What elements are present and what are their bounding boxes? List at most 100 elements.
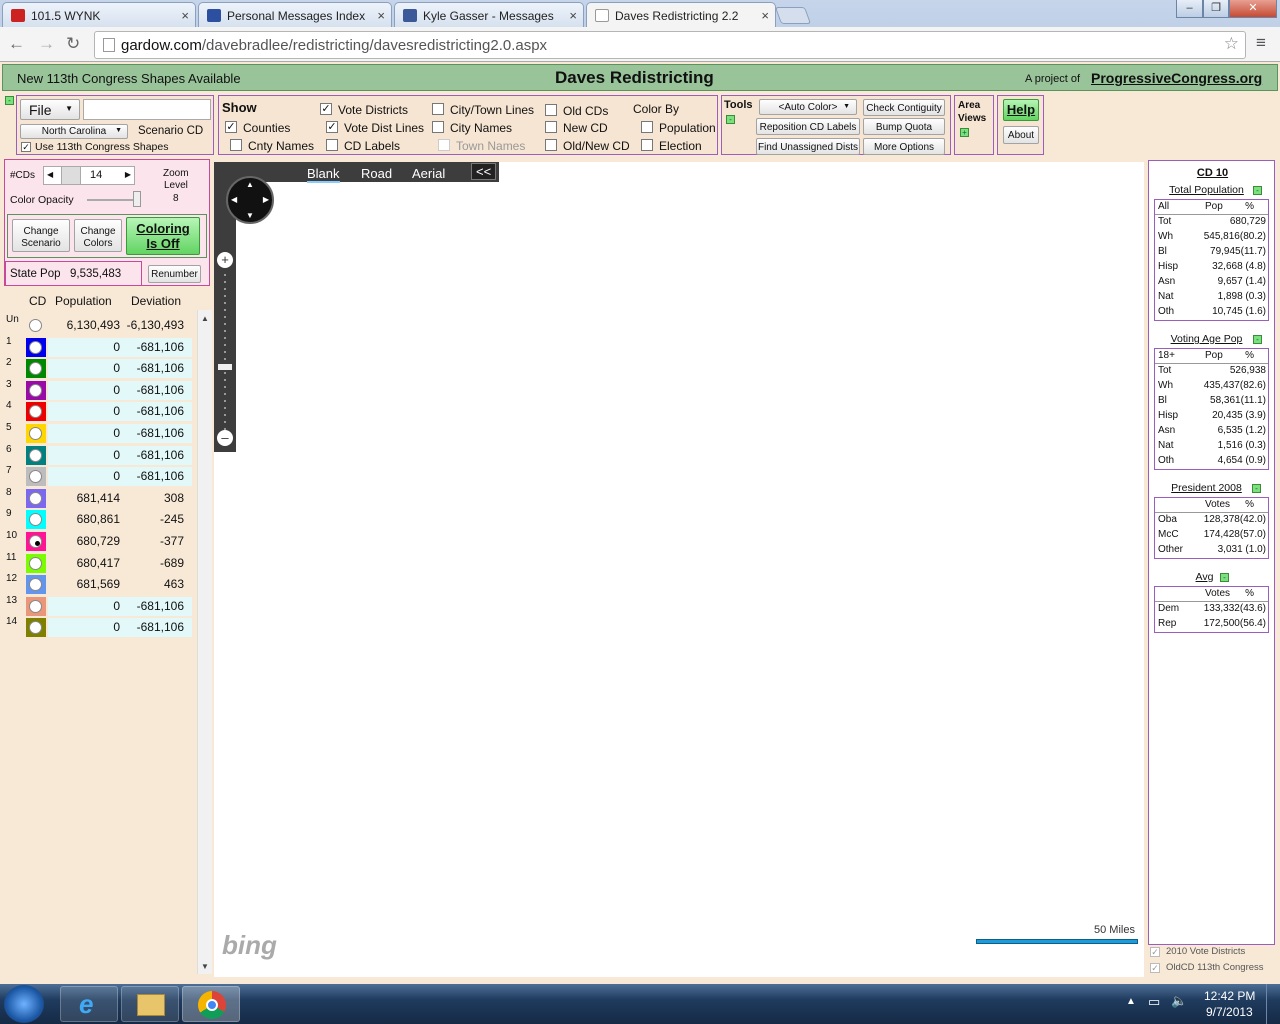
district-radio[interactable] [29,535,42,548]
collapse-icon[interactable]: - [5,96,14,105]
district-color-swatch[interactable] [26,553,46,573]
internet-explorer-icon[interactable]: e [60,986,118,1022]
district-radio[interactable] [29,513,42,527]
map-tab-aerial[interactable]: Aerial [412,166,445,181]
pan-down-icon[interactable]: ▼ [246,211,254,220]
legend-2010-checkbox[interactable]: ✓ [1150,947,1160,957]
old-new-cd-checkbox[interactable] [545,139,557,151]
zoom-slider[interactable] [224,274,226,434]
collapse-icon[interactable]: - [726,115,735,124]
president-title[interactable]: President 2008 [1143,482,1270,494]
district-color-swatch[interactable] [26,596,46,616]
tab-daves-redistricting[interactable]: Daves Redistricting 2.2 × [586,2,776,27]
start-button[interactable] [4,985,44,1023]
zoom-in-icon[interactable]: + [217,252,233,268]
table-row[interactable]: 2 0 -681,106 [0,357,192,379]
table-row[interactable]: 9 680,861 -245 [0,508,192,530]
cds-stepper[interactable]: ◀ 14 ▶ [43,166,135,185]
clock-time[interactable]: 12:42 PM [1204,989,1255,1003]
tab-kyle-gasser[interactable]: Kyle Gasser - Messages × [394,2,584,27]
counties-checkbox[interactable]: ✓ [225,121,237,133]
opacity-slider[interactable] [87,199,139,201]
district-radio[interactable] [29,470,42,484]
district-radio[interactable] [29,448,42,462]
map-tab-road[interactable]: Road [361,166,392,181]
district-color-swatch[interactable] [26,467,46,487]
district-color-swatch[interactable] [26,618,46,638]
district-color-swatch[interactable] [26,402,46,422]
city-names-checkbox[interactable] [432,121,444,133]
close-window-button[interactable]: ✕ [1229,0,1277,18]
minimize-button[interactable]: – [1176,0,1203,18]
collapse-icon[interactable]: - [1253,186,1262,195]
cd-labels-checkbox[interactable] [326,139,338,151]
menu-icon[interactable]: ≡ [1256,33,1266,53]
district-radio[interactable] [29,362,42,376]
district-9[interactable] [885,591,1027,748]
close-icon[interactable]: × [377,8,385,23]
project-link[interactable]: ProgressiveCongress.org [1091,70,1262,86]
table-row[interactable]: 14 0 -681,106 [0,616,192,638]
reposition-labels-button[interactable]: Reposition CD Labels [756,118,860,135]
change-colors-button[interactable]: Change Colors [74,219,122,252]
address-bar[interactable]: gardow.com/davebradlee/redistricting/dav… [94,31,1246,59]
tray-expand-icon[interactable]: ▲ [1126,996,1136,1007]
district-color-swatch[interactable] [26,488,46,508]
opacity-slider-thumb[interactable] [133,191,141,207]
chrome-icon[interactable] [182,986,240,1022]
zoom-out-icon[interactable]: – [217,430,233,446]
district-color-swatch[interactable] [26,380,46,400]
district-map[interactable] [214,162,1144,977]
expand-icon[interactable]: + [960,128,969,137]
population-checkbox[interactable] [641,121,653,133]
help-button[interactable]: Help [1003,99,1039,121]
clock-date[interactable]: 9/7/2013 [1206,1005,1253,1019]
about-button[interactable]: About [1003,126,1039,144]
district-color-swatch[interactable] [26,316,46,335]
tab-personal-messages[interactable]: Personal Messages Index × [198,2,392,27]
table-row[interactable]: 12 681,569 463 [0,573,192,595]
file-explorer-icon[interactable] [121,986,179,1022]
bookmark-star-icon[interactable]: ☆ [1224,34,1239,54]
check-contiguity-button[interactable]: Check Contiguity [863,99,945,116]
use-shapes-checkbox[interactable]: ✓ [21,142,31,152]
reload-icon[interactable]: ↻ [66,34,80,54]
map[interactable]: Blank Road Aerial << + – ▲ ▼ ◀ ▶ bing 50… [214,162,1144,977]
district-radio[interactable] [29,556,42,570]
district-color-swatch[interactable] [26,575,46,595]
district-radio[interactable] [29,621,42,635]
close-icon[interactable]: × [181,8,189,23]
district-radio[interactable] [29,405,42,419]
city-town-lines-checkbox[interactable] [432,103,444,115]
table-row[interactable]: 5 0 -681,106 [0,422,192,443]
collapse-map-tabs-button[interactable]: << [471,163,497,180]
new-tab-button[interactable] [774,7,812,24]
right-arrow-icon[interactable]: ▶ [125,170,131,179]
bump-quota-button[interactable]: Bump Quota [863,118,945,135]
more-options-button[interactable]: More Options [863,138,945,155]
district-8[interactable] [985,591,1144,753]
coloring-toggle-button[interactable]: Coloring Is Off [126,217,200,255]
district-11[interactable] [291,416,735,711]
map-tab-blank[interactable]: Blank [307,166,340,183]
district-color-swatch[interactable] [26,445,46,465]
table-row[interactable]: 1 0 -681,106 [0,336,192,357]
cd-table-scrollbar[interactable]: ▲ ▼ [197,310,212,974]
vote-districts-checkbox[interactable]: ✓ [320,103,332,115]
forward-arrow-icon[interactable]: → [38,34,55,54]
show-desktop-button[interactable] [1266,984,1280,1024]
table-row[interactable]: 8 681,414 308 [0,487,192,508]
close-icon[interactable]: × [761,8,769,23]
town-names-checkbox[interactable] [438,139,450,151]
collapse-icon[interactable]: - [1253,335,1262,344]
table-row[interactable]: 13 0 -681,106 [0,595,192,616]
left-arrow-icon[interactable]: ◀ [47,170,53,179]
table-row[interactable]: 7 0 -681,106 [0,465,192,487]
scenario-name-input[interactable] [83,99,211,120]
district-unassigned[interactable] [723,346,1144,633]
pan-up-icon[interactable]: ▲ [246,180,254,189]
table-row[interactable]: 6 0 -681,106 [0,444,192,465]
back-arrow-icon[interactable]: ← [8,34,25,54]
district-radio[interactable] [29,578,42,592]
pan-control[interactable]: ▲ ▼ ◀ ▶ [226,176,274,224]
